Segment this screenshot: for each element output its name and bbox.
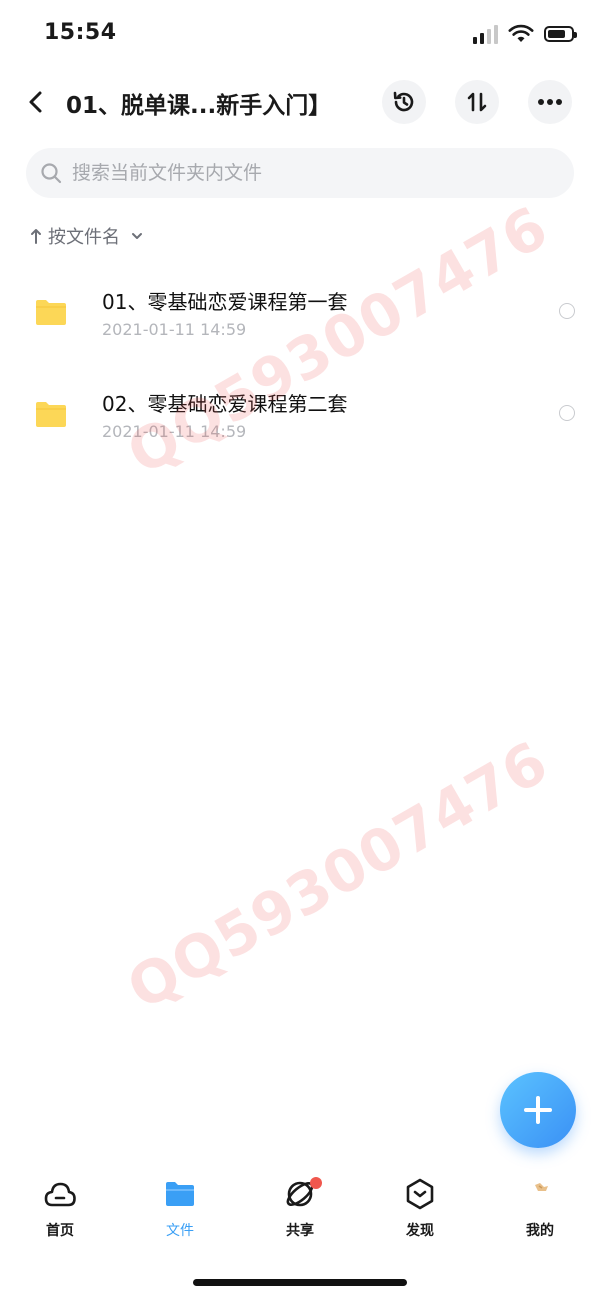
tab-label: 首页 [46,1223,74,1239]
sort-button[interactable] [455,80,499,124]
more-button[interactable] [528,80,572,124]
add-button[interactable] [500,1072,576,1148]
avatar-icon [522,1176,558,1212]
orbit-icon [282,1176,322,1212]
file-date: 2021-01-11 14:59 [102,320,247,339]
tab-label: 我的 [526,1223,554,1239]
nav-header: 01、脱单课...新手入门】 [0,74,600,130]
tab-label: 发现 [406,1223,434,1239]
file-name: 02、零基础恋爱课程第二套 [102,392,348,416]
status-time: 15:54 [44,20,117,45]
search-icon [41,163,62,184]
sort-selector[interactable]: 按文件名 [30,223,144,249]
sort-label: 按文件名 [48,227,120,248]
history-button[interactable] [382,80,426,124]
page-title: 01、脱单课...新手入门】 [66,93,332,119]
plus-icon [524,1096,552,1124]
select-checkbox[interactable] [559,405,575,421]
history-icon [393,91,414,112]
list-item[interactable]: 01、零基础恋爱课程第一套 2021-01-11 14:59 [0,276,600,366]
battery-icon [544,26,577,42]
more-icon [538,99,562,105]
tab-home[interactable]: 首页 [0,1176,120,1256]
tab-bar: 首页 文件 共享 发现 我的 [0,1176,600,1256]
status-bar: 15:54 [0,0,600,70]
file-name: 01、零基础恋爱课程第一套 [102,290,348,314]
tab-files[interactable]: 文件 [120,1176,240,1256]
cellular-signal-icon [473,24,498,44]
cloud-home-icon [42,1176,78,1212]
search-input[interactable] [70,161,554,185]
status-icons [473,24,577,44]
tab-label: 共享 [286,1223,314,1239]
back-button[interactable] [20,86,52,118]
folder-icon [162,1176,198,1212]
sort-icon [467,92,487,112]
folder-icon [36,300,66,325]
tab-discover[interactable]: 发现 [360,1176,480,1256]
list-item[interactable]: 02、零基础恋爱课程第二套 2021-01-11 14:59 [0,378,600,468]
notification-badge [310,1177,322,1189]
wifi-icon [508,24,534,42]
folder-icon [36,402,66,427]
tab-me[interactable]: 我的 [480,1176,600,1256]
chevron-down-icon [132,233,142,239]
select-checkbox[interactable] [559,303,575,319]
arrow-up-icon [31,229,41,244]
watermark: QQ593007476 [116,727,560,1023]
file-date: 2021-01-11 14:59 [102,422,247,441]
tab-share[interactable]: 共享 [240,1176,360,1256]
tab-label: 文件 [166,1223,194,1239]
home-indicator[interactable] [193,1279,407,1286]
chevron-left-icon [29,91,42,113]
discover-icon [402,1176,438,1212]
search-bar[interactable] [26,148,574,198]
